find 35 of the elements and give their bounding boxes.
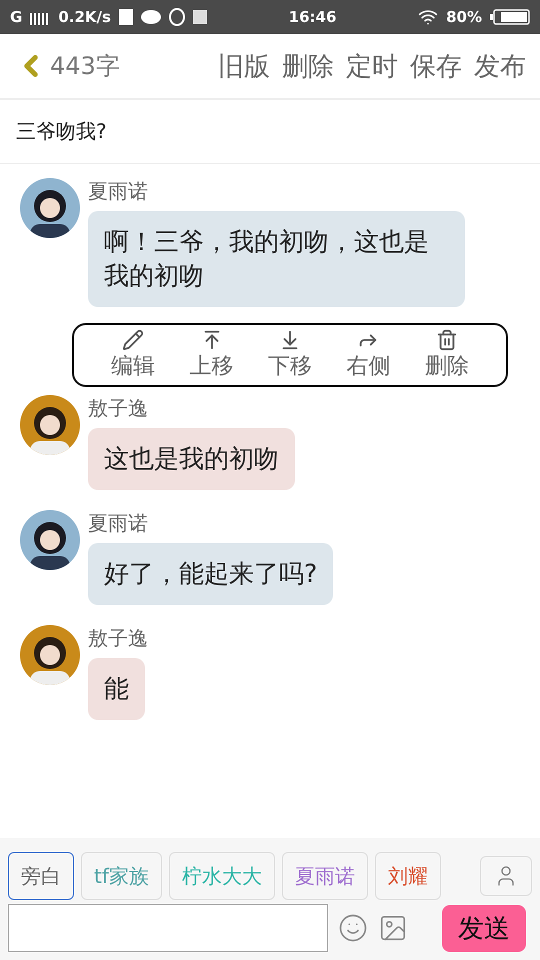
toolbar-button[interactable]: 删除 xyxy=(424,329,469,381)
edit-icon xyxy=(122,329,144,351)
network-type: G xyxy=(10,8,22,26)
message-bubble[interactable]: 这也是我的初吻 xyxy=(88,428,295,490)
story-title: 三爷吻我? xyxy=(0,100,540,164)
send-button[interactable]: 发送 xyxy=(442,904,526,952)
header-action[interactable]: 删除 xyxy=(270,48,334,84)
header-action[interactable]: 保存 xyxy=(398,48,462,84)
speaker-name: 夏雨诺 xyxy=(88,178,149,205)
image-icon[interactable] xyxy=(378,913,408,943)
back-button[interactable]: 443字 xyxy=(14,49,120,83)
message-input[interactable] xyxy=(8,904,328,952)
role-chip[interactable]: 旁白 xyxy=(8,852,74,900)
header-action[interactable]: 发布 xyxy=(462,48,526,84)
message-bubble[interactable]: 啊！三爷，我的初吻，这也是我的初吻 xyxy=(88,211,465,307)
message-bubble[interactable]: 能 xyxy=(88,658,145,720)
header-action[interactable]: 旧版 xyxy=(206,48,270,84)
speaker-name: 敖子逸 xyxy=(88,395,149,422)
toolbar-button[interactable]: 编辑 xyxy=(111,329,156,381)
speaker-name: 夏雨诺 xyxy=(88,510,149,537)
role-chip[interactable]: 刘耀 xyxy=(374,852,441,900)
toolbar-button[interactable]: 下移 xyxy=(268,329,312,381)
emoji-icon[interactable] xyxy=(338,913,368,943)
trash-icon xyxy=(436,329,458,351)
speaker-name: 敖子逸 xyxy=(88,625,149,652)
clock: 16:46 xyxy=(288,8,336,26)
network-speed: 0.2K/s xyxy=(58,8,111,26)
toolbar-button[interactable]: 右侧 xyxy=(346,329,390,381)
message-bubble[interactable]: 好了，能起来了吗? xyxy=(88,543,334,605)
role-chip[interactable]: 夏雨诺 xyxy=(282,852,368,900)
battery-level: 80% xyxy=(446,8,482,26)
person-button[interactable] xyxy=(480,856,532,896)
header-action[interactable]: 定时 xyxy=(334,48,398,84)
toolbar-button[interactable]: 上移 xyxy=(190,329,234,381)
battery-icon xyxy=(490,9,530,25)
